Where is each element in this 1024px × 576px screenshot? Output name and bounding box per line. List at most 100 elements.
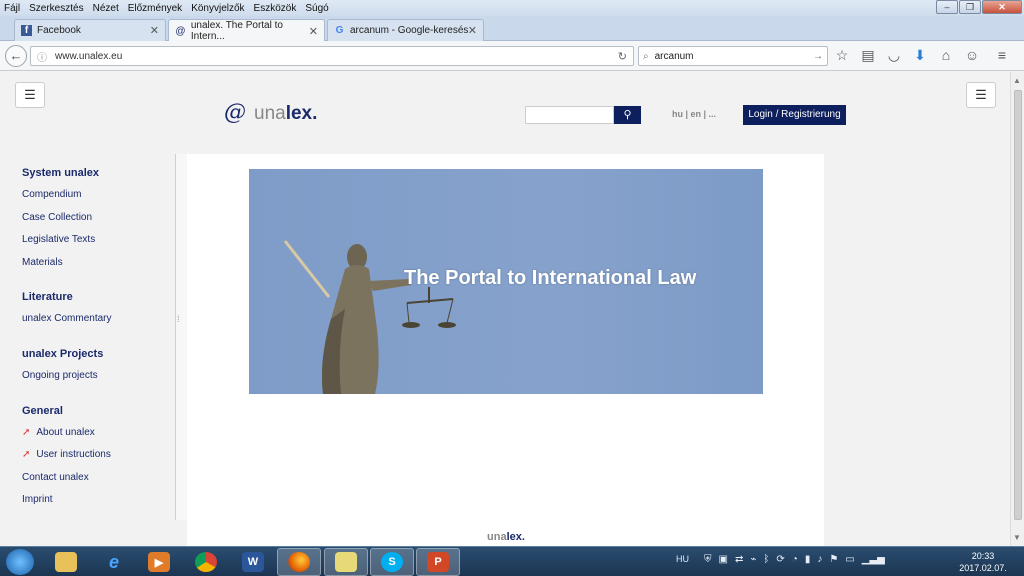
menu-edit[interactable]: Szerkesztés [29,3,83,14]
url-text: www.unalex.eu [55,50,123,62]
sidebar-item-materials[interactable]: Materials [22,252,172,275]
chrome-taskbar-button[interactable] [184,548,228,576]
sidebar-item-about[interactable]: ➚ About unalex [22,422,172,445]
close-window-button[interactable]: ✕ [982,0,1022,14]
reload-icon[interactable]: ↻ [618,50,627,63]
banner-title: The Portal to International Law [404,267,697,289]
network-share-icon[interactable]: ⇄ [735,554,743,565]
volume-icon[interactable]: ♪ [817,554,822,565]
system-tray: ⛨ ▣ ⇄ ⌁ ᛒ ⟳ ◔ ▮ ♪ ⚑ ▭ ▁▃▅ [704,554,885,565]
close-tab-icon[interactable]: ✕ [150,24,159,37]
maximize-button[interactable]: ❐ [959,0,981,14]
word-taskbar-button[interactable]: W [231,548,275,576]
back-button[interactable]: ← [5,45,27,67]
tab-label: Facebook [37,25,81,36]
close-tab-icon[interactable]: ✕ [309,25,318,38]
skype-icon: S [381,552,403,572]
footer-logo: unalex. [487,531,525,543]
menu-view[interactable]: Nézet [93,3,119,14]
right-menu-toggle[interactable]: ☰ [966,82,996,108]
explorer-taskbar-button[interactable] [44,548,88,576]
display-icon[interactable]: ▭ [845,554,854,565]
pocket-icon[interactable]: ◡ [886,47,902,64]
site-logo[interactable]: @ unalex. [224,100,317,125]
download-icon[interactable]: ⬇ [912,47,928,64]
flag-icon[interactable]: ⚑ [829,554,838,565]
sidebar: System unalex Compendium Case Collection… [22,162,172,512]
hamburger-menu-icon[interactable]: ≡ [994,47,1010,64]
firefox-taskbar-button[interactable] [277,548,321,576]
sidebar-resize-handle[interactable]: ⁞ [175,154,187,520]
scroll-down-icon[interactable]: ▼ [1013,533,1021,542]
close-tab-icon[interactable]: ✕ [468,24,477,37]
system-clock[interactable]: 20:33 2017.02.07. [958,550,1008,574]
wifi-icon[interactable]: ◔ [792,554,798,565]
device-icon[interactable]: ▣ [719,554,728,565]
sidebar-item-commentary[interactable]: unalex Commentary [22,308,172,331]
shield-icon[interactable]: ⛨ [704,554,712,565]
folder-icon [55,552,77,572]
site-search-input[interactable] [525,106,614,124]
info-icon[interactable]: ⓘ [37,49,47,64]
sidebar-item-legislative-texts[interactable]: Legislative Texts [22,229,172,252]
home-icon[interactable]: ⌂ [938,47,954,64]
search-go-icon[interactable]: → [813,51,823,62]
scrollbar-thumb[interactable] [1014,90,1022,520]
site-search-button[interactable]: ⚲ [614,106,641,124]
toolbar-icons: ☆ ▤ ◡ ⬇ ⌂ ☺ ≡ [834,47,1010,64]
sync-icon[interactable]: ⟳ [776,554,784,565]
page-scrollbar[interactable]: ▲ ▼ [1010,72,1024,546]
menu-bookmarks[interactable]: Könyvjelzők [191,3,244,14]
bookmark-star-icon[interactable]: ☆ [834,47,850,64]
sidebar-item-compendium[interactable]: Compendium [22,184,172,207]
login-button[interactable]: Login / Registrierung [743,105,846,125]
window-controls: – ❐ ✕ [936,0,1022,14]
signal-icon[interactable]: ▁▃▅ [862,554,885,565]
sidebar-section-system[interactable]: System unalex [22,162,172,184]
external-link-icon: ➚ [22,449,31,461]
powerpoint-taskbar-button[interactable]: P [416,548,460,576]
sidebar-item-instructions[interactable]: ➚ User instructions [22,444,172,467]
usb-icon[interactable]: ⌁ [750,554,756,565]
sidebar-item-case-collection[interactable]: Case Collection [22,207,172,230]
at-logo-icon: @ [224,100,246,125]
tab-google[interactable]: G arcanum - Google-keresés ✕ [327,19,484,41]
language-switch[interactable]: hu | en | ... [672,109,716,119]
menu-tools[interactable]: Eszközök [254,3,297,14]
scroll-up-icon[interactable]: ▲ [1013,76,1021,85]
sidebar-item-contact[interactable]: Contact unalex [22,467,172,490]
input-language[interactable]: HU [676,554,689,564]
search-icon: ⚲ [623,109,632,121]
start-button[interactable] [6,549,34,575]
sidebar-section-projects[interactable]: unalex Projects [22,343,172,365]
at-icon: @ [175,25,186,37]
menu-help[interactable]: Súgó [305,3,328,14]
sidebar-item-imprint[interactable]: Imprint [22,489,172,512]
tab-facebook[interactable]: f Facebook ✕ [14,19,166,41]
media-taskbar-button[interactable]: ▶ [137,548,181,576]
sidebar-section-literature[interactable]: Literature [22,286,172,308]
facebook-icon: f [21,25,32,36]
menu-file[interactable]: Fájl [4,3,20,14]
menu-history[interactable]: Előzmények [128,3,182,14]
external-link-icon: ➚ [22,426,31,438]
address-bar[interactable]: ⓘ www.unalex.eu ↻ [30,46,634,66]
ie-taskbar-button[interactable]: e [92,548,136,576]
tab-label: arcanum - Google-keresés [350,25,469,36]
reading-list-icon[interactable]: ▤ [860,47,876,64]
minimize-button[interactable]: – [936,0,958,14]
chat-icon[interactable]: ☺ [964,47,980,64]
bluetooth-icon[interactable]: ᛒ [763,554,769,565]
sidebar-item-ongoing-projects[interactable]: Ongoing projects [22,365,172,388]
tab-unalex[interactable]: @ unalex. The Portal to Intern... ✕ [168,19,325,42]
skype-taskbar-button[interactable]: S [370,548,414,576]
battery-icon[interactable]: ▮ [805,554,811,565]
chrome-icon [195,552,217,572]
internet-explorer-icon: e [108,551,119,572]
media-player-icon: ▶ [148,552,170,572]
left-menu-toggle[interactable]: ☰ [15,82,45,108]
sidebar-section-general[interactable]: General [22,400,172,422]
hero-banner: The Portal to International Law [249,169,763,394]
notes-taskbar-button[interactable] [324,548,368,576]
browser-search-input[interactable]: ⌕ arcanum → [638,46,828,66]
